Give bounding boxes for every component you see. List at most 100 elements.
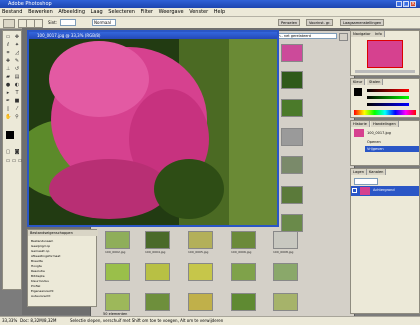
thumbnail[interactable] [273,293,298,311]
thumbnail[interactable] [281,71,303,89]
thumbnail[interactable] [105,293,130,311]
tool-preset-button[interactable] [3,19,15,28]
info-row: Gewijzigd op [31,244,51,248]
thumbnail[interactable] [273,263,298,281]
brush-tool-icon[interactable]: ✎ [14,58,20,64]
thumbnail[interactable] [188,293,213,311]
thumbnail[interactable] [281,44,303,62]
chevron-down-icon[interactable] [339,33,348,41]
path-select-icon[interactable]: ▸ [5,90,11,96]
green-slider[interactable] [367,96,409,99]
thumbnail[interactable] [231,231,256,249]
info-row: Afbeeldingsformaat [31,254,61,258]
snapshot-thumbnail[interactable] [354,129,364,137]
lasso-tool-icon[interactable]: ℓ [5,42,11,48]
style-select[interactable]: Normaal [92,19,116,26]
thumbnail[interactable] [145,231,170,249]
info-row: Eigenaarsrecht [31,289,54,293]
history-item-selected[interactable]: Vrijgeven [365,146,419,152]
thumbnail[interactable] [231,293,256,311]
navigator-preview[interactable] [367,40,403,68]
tab-channels[interactable]: Kanalen [367,169,387,175]
maximize-button[interactable]: □ [403,1,409,7]
thumbnail[interactable] [105,263,130,281]
fg-color-swatch[interactable] [354,88,362,96]
tab-info[interactable]: Info [373,31,385,37]
thumbnail[interactable] [281,156,303,174]
thumbnail[interactable] [273,231,298,249]
menu-window[interactable]: Venster [187,8,210,16]
tab-layers[interactable]: Lagen [351,169,367,175]
eye-icon[interactable] [352,188,357,193]
tab-swatches[interactable]: Stalen [367,79,384,85]
menu-layer[interactable]: Laag [89,8,105,16]
thumbnail[interactable] [281,214,303,232]
tab-history[interactable]: Historie [351,121,370,127]
minimize-button[interactable]: _ [396,1,402,7]
hand-tool-icon[interactable]: ✋ [5,114,11,120]
quickmask-off-icon[interactable]: ▢ [5,149,11,155]
color-ramp[interactable] [354,110,416,115]
tab-color[interactable]: Kleur [351,79,366,85]
zoom-slider[interactable] [355,70,415,73]
close-button[interactable]: × [410,1,416,7]
blur-tool-icon[interactable]: ● [5,82,11,88]
healing-brush-icon[interactable]: ✚ [5,58,11,64]
thumbnail[interactable] [231,263,256,281]
tab-layer-comps[interactable]: Laagsamenstellingen [340,19,385,26]
shape-tool-icon[interactable]: ■ [14,98,20,104]
magic-wand-icon[interactable]: ✦ [14,42,20,48]
document-title-text: 100_0017.jpg @ 33,3% (RGB/8) [37,33,101,38]
menu-filter[interactable]: Filter [139,8,155,16]
menu-image[interactable]: Afbeelding [56,8,87,16]
menu-select[interactable]: Selecteren [106,8,137,16]
gradient-tool-icon[interactable]: ▤ [14,74,20,80]
layer-row[interactable]: Achtergrond [351,186,419,196]
thumbnail[interactable] [281,186,303,204]
eraser-tool-icon[interactable]: ▰ [5,74,11,80]
subtract-selection-icon[interactable] [34,19,43,28]
thumbnail[interactable] [281,99,303,117]
thumbnail[interactable] [145,263,170,281]
slice-tool-icon[interactable]: ◿ [14,50,20,56]
tab-navigator[interactable]: Navigator [351,31,374,37]
eyedropper-icon[interactable]: ⁄ [14,106,20,112]
document-canvas[interactable] [29,39,277,225]
quickmask-on-icon[interactable]: ◙ [14,149,20,155]
tab-actions[interactable]: Handelingen [371,121,399,127]
marquee-tool-icon[interactable]: ▭ [5,34,11,40]
menu-bar: Bestand Bewerken Afbeelding Laag Selecte… [0,8,420,17]
blend-mode-select[interactable] [354,178,378,185]
foreground-color-swatch[interactable] [6,131,14,139]
menu-file[interactable]: Bestand [0,8,24,16]
thumbnail[interactable] [188,231,213,249]
tab-tool-presets[interactable]: Voorinst. gr. [306,19,334,26]
history-item[interactable]: Openen [367,140,381,144]
info-row: Breedte [31,259,43,263]
feather-input[interactable] [60,19,76,26]
blue-slider[interactable] [367,103,409,106]
type-tool-icon[interactable]: T [14,90,20,96]
history-brush-icon[interactable]: ↺ [14,66,20,72]
red-slider[interactable] [367,89,409,92]
layer-thumbnail [360,187,370,195]
thumbnail[interactable] [105,231,130,249]
tab-brushes[interactable]: Penselen [278,19,301,26]
toolbox: ▭ ✥ ℓ ✦ ⌗ ◿ ✚ ✎ ⊥ ↺ ▰ ▤ ● ◐ ▸ T ✒ ■ ▯ ⁄ … [2,30,22,290]
history-item[interactable]: 100_0017.jpg [367,131,391,135]
dodge-tool-icon[interactable]: ◐ [14,82,20,88]
path-dropdown[interactable]: om.. net gerelateerd [273,33,337,39]
thumbnail[interactable] [188,263,213,281]
menu-help[interactable]: Help [212,8,227,16]
thumbnail[interactable] [145,293,170,311]
pen-tool-icon[interactable]: ✒ [5,98,11,104]
crop-tool-icon[interactable]: ⌗ [5,50,11,56]
stamp-tool-icon[interactable]: ⊥ [5,66,11,72]
thumbnail[interactable] [281,128,303,146]
notes-tool-icon[interactable]: ▯ [5,106,11,112]
layers-panel: Lagen Kanalen Achtergrond [350,168,420,314]
menu-edit[interactable]: Bewerken [26,8,55,16]
zoom-tool-icon[interactable]: ⚲ [14,114,20,120]
menu-view[interactable]: Weergave [157,8,186,16]
move-tool-icon[interactable]: ✥ [14,34,20,40]
